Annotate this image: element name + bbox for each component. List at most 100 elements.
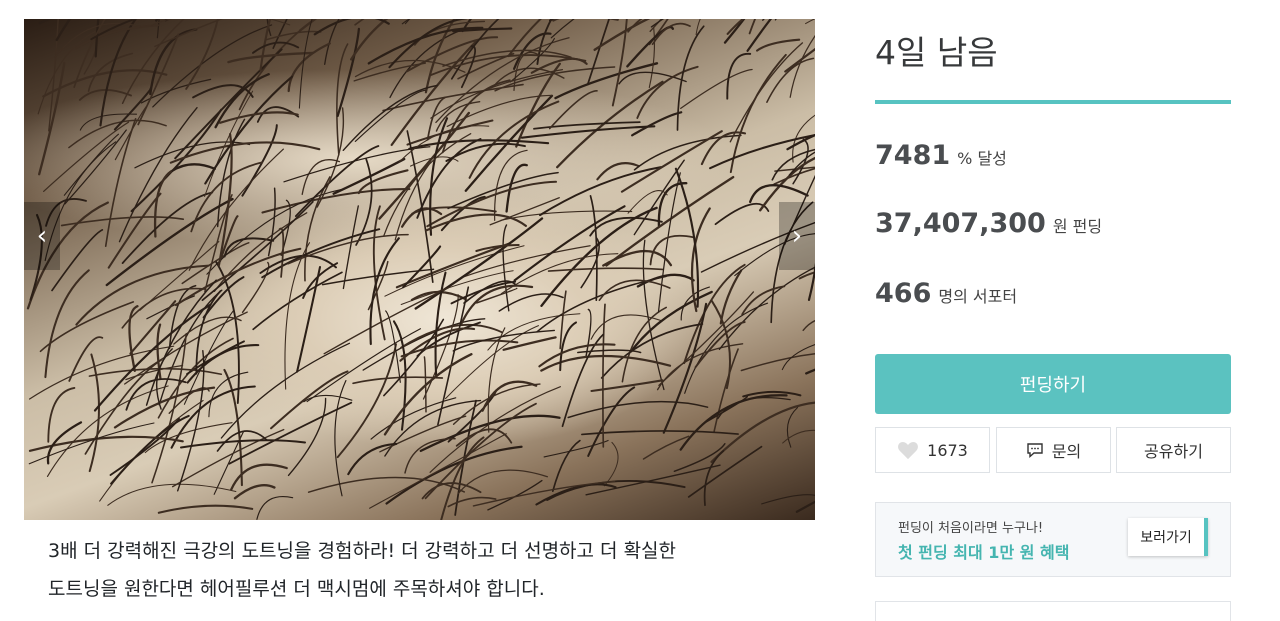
hair-strand — [416, 138, 482, 219]
hair-strand — [323, 287, 449, 355]
hair-strand — [336, 27, 361, 118]
hair-strand — [596, 162, 640, 181]
hair-strand — [180, 439, 306, 449]
fund-button[interactable]: 펀딩하기 — [875, 354, 1231, 414]
hair-strand — [137, 33, 180, 126]
hair-strand — [93, 303, 212, 412]
hair-strand — [500, 253, 619, 295]
hair-strand — [567, 400, 709, 419]
hair-strand — [559, 321, 578, 372]
hair-strand — [687, 445, 763, 498]
hair-strand — [649, 234, 695, 266]
hair-strand — [554, 62, 659, 100]
hair-strand — [748, 19, 757, 35]
hair-strand — [256, 496, 294, 520]
days-left: 4일 남음 — [875, 33, 998, 72]
hair-strand — [723, 19, 746, 44]
hair-strand — [296, 265, 322, 373]
hair-strand — [593, 19, 651, 51]
hair-strand — [402, 245, 442, 289]
hair-strand — [303, 394, 353, 403]
hair-strand — [631, 111, 683, 137]
funded-amount: 37,407,300 원 펀딩 — [875, 208, 1102, 239]
hair-strand — [445, 325, 539, 400]
hair-strand — [287, 42, 331, 93]
hair-strand — [214, 73, 270, 129]
hair-strand — [540, 206, 658, 307]
hair-strand — [481, 380, 538, 412]
hair-strand — [802, 320, 815, 332]
hair-strand — [786, 133, 815, 151]
hair-strand — [761, 494, 815, 505]
hair-strand — [383, 133, 472, 237]
promo-go-button[interactable]: 보러가기 — [1128, 518, 1208, 556]
hair-strand — [354, 89, 427, 142]
inquiry-button[interactable]: 문의 — [996, 427, 1111, 473]
hair-strand — [129, 19, 142, 27]
hair-strand — [626, 25, 674, 68]
hair-strand — [68, 119, 167, 149]
hair-strand — [287, 397, 327, 477]
hair-strand — [547, 267, 664, 272]
hair-illustration — [26, 19, 815, 520]
hair-strand — [684, 302, 769, 394]
hair-strand — [283, 146, 431, 183]
hair-strand — [395, 242, 511, 289]
hair-strand — [447, 171, 559, 210]
hair-strand — [487, 479, 543, 511]
achieved-rate: 7481 % 달성 — [875, 140, 1007, 171]
hair-strand — [64, 129, 127, 205]
hair-strand — [430, 68, 564, 119]
hair-strand — [47, 386, 76, 443]
hair-strand — [426, 180, 558, 228]
hair-strand — [546, 480, 686, 501]
chat-icon — [1027, 442, 1043, 458]
hair-strand — [252, 271, 343, 331]
hair-strand — [726, 52, 752, 100]
hair-strand — [502, 336, 557, 351]
promo-title: 첫 펀딩 최대 1만 원 혜택 — [898, 543, 1070, 562]
hair-strand — [598, 279, 671, 302]
hair-strand — [805, 19, 815, 25]
hair-strand — [38, 19, 53, 25]
like-button[interactable]: 1673 — [875, 427, 990, 473]
hair-strand — [385, 445, 523, 505]
hair-strand — [774, 19, 777, 21]
hair-strand — [267, 187, 276, 257]
hair-strand — [63, 133, 120, 196]
heart-icon — [898, 441, 919, 460]
hair-strand — [585, 308, 592, 358]
promo-subtitle: 펀딩이 처음이라면 누구나! — [898, 521, 1044, 536]
funded-value: 37,407,300 — [875, 208, 1046, 239]
hair-strand — [710, 401, 815, 464]
hair-strand — [164, 19, 172, 22]
hero-image — [24, 19, 815, 520]
intro-line-1: 3배 더 강력해진 극강의 도트닝을 경험하라! 더 강력하고 더 선명하고 더… — [48, 540, 677, 562]
hair-strand — [129, 300, 177, 355]
inquiry-label: 문의 — [1051, 442, 1082, 461]
progress-bar — [875, 100, 1231, 104]
hair-strand — [620, 130, 723, 193]
hair-strand — [342, 84, 438, 152]
hair-strand — [233, 484, 276, 500]
achieved-unit: % 달성 — [957, 149, 1007, 168]
first-funding-promo[interactable]: 펀딩이 처음이라면 누구나! 첫 펀딩 최대 1만 원 혜택 보러가기 — [875, 502, 1231, 577]
funded-unit: 원 펀딩 — [1052, 217, 1103, 236]
hair-strand — [118, 107, 198, 243]
hair-strand — [674, 167, 700, 308]
share-button[interactable]: 공유하기 — [1116, 427, 1231, 473]
hair-strand — [342, 205, 359, 290]
supporter-value: 466 — [875, 278, 932, 309]
hair-strand — [587, 386, 636, 457]
hair-strand — [502, 224, 510, 312]
hair-strand — [714, 203, 770, 226]
hair-strand — [676, 25, 705, 131]
hair-strand — [301, 159, 341, 196]
hair-strand — [746, 19, 773, 52]
achieved-value: 7481 — [875, 140, 951, 171]
next-slide-button[interactable]: › — [779, 202, 815, 270]
share-label: 공유하기 — [1144, 442, 1203, 461]
prev-slide-button[interactable]: ‹ — [24, 202, 60, 270]
hair-strand — [299, 19, 318, 32]
hair-strand — [771, 148, 815, 181]
